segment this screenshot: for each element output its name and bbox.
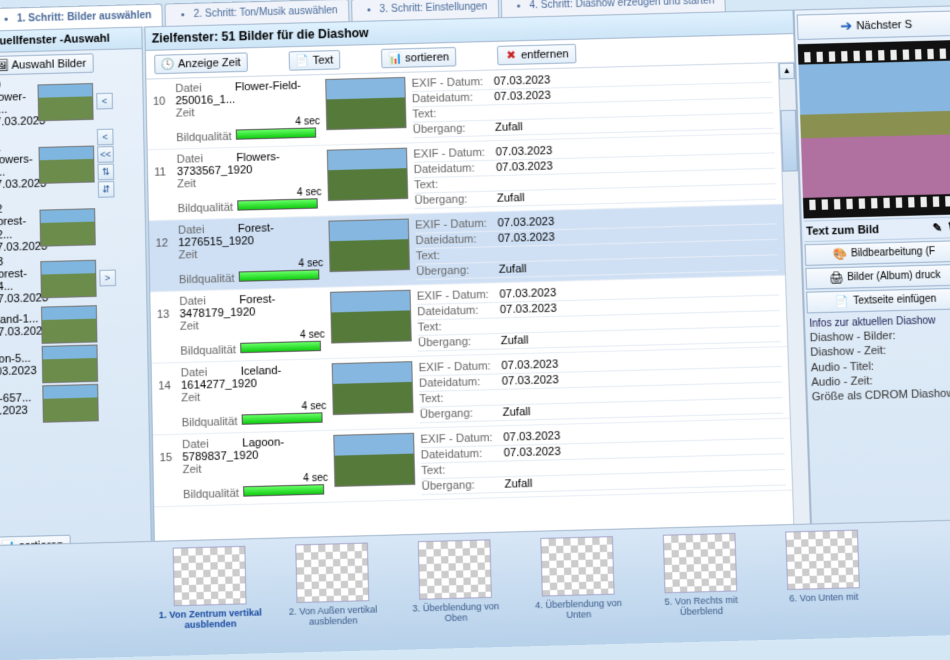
transition-item[interactable]: 4. Überblendung von Unten xyxy=(525,536,632,645)
transition-thumb xyxy=(418,539,492,600)
quality-bar xyxy=(239,269,320,281)
source-item[interactable]: sland-1...07.03.2023 xyxy=(0,303,147,346)
transition-item[interactable]: 5. Von Rechts mit Überblend xyxy=(647,532,754,641)
move-arrow-button[interactable]: << xyxy=(97,146,114,163)
source-item[interactable]: 10Flower-Fi...07.03.2023< xyxy=(0,75,143,131)
source-item[interactable]: oon-5....03.2023 xyxy=(0,342,148,386)
action-icon: 📄 xyxy=(835,295,849,309)
row-index: 13 xyxy=(157,296,175,359)
transition-thumb xyxy=(173,546,247,607)
text-button[interactable]: 📄Text xyxy=(289,50,341,71)
row-index: 11 xyxy=(154,154,172,216)
images-icon: 🖼 xyxy=(0,59,9,73)
edit-icon[interactable]: ✎ xyxy=(931,221,945,235)
slideshow-info: Infos zur aktuellen Diashow Diashow - Bi… xyxy=(807,311,950,407)
display-time-button[interactable]: 🕓Anzeige Zeit xyxy=(154,52,248,74)
transition-thumb xyxy=(295,543,369,604)
action-icon: 🎨 xyxy=(833,247,847,261)
transition-thumb xyxy=(663,533,738,594)
next-step-button[interactable]: ➔Nächster S xyxy=(797,10,950,40)
thumbnail xyxy=(327,148,409,201)
source-item[interactable]: 11Flowers-3...07.03.2023<<<⇅⇵ xyxy=(0,126,144,203)
side-action-button[interactable]: 🖨Bilder (Album) druck xyxy=(805,264,950,290)
tab-icon: • xyxy=(512,0,526,13)
select-images-button[interactable]: 🖼 Auswahl Bilder xyxy=(0,53,94,75)
remove-button[interactable]: ✖entfernen xyxy=(497,44,576,65)
tab-icon: • xyxy=(0,13,13,27)
quality-bar xyxy=(237,198,318,210)
transition-item[interactable]: 2. Von Außen vertikal ausblenden xyxy=(280,542,386,651)
scroll-thumb[interactable] xyxy=(780,110,798,172)
source-item[interactable]: 13Forest-34...07.03.2023> xyxy=(0,251,146,307)
target-row[interactable]: 15Datei Lagoon-5789837_1920Zeit4 secBild… xyxy=(153,419,792,508)
side-action-button[interactable]: 🎨Bildbearbeitung (F xyxy=(805,240,950,266)
thumbnail xyxy=(38,83,94,121)
thumbnail xyxy=(333,433,415,487)
quality-bar xyxy=(236,127,316,139)
thumbnail xyxy=(42,384,99,423)
thumbnail xyxy=(332,361,414,415)
scroll-up-arrow[interactable]: ▲ xyxy=(779,63,795,80)
info-row: Größe als CDROM Diashow: xyxy=(812,386,950,405)
target-sort-button[interactable]: 📊sortieren xyxy=(381,47,456,68)
transition-item[interactable]: 3. Überblendung von Oben xyxy=(402,539,509,648)
thumbnail xyxy=(39,208,95,247)
remove-icon: ✖ xyxy=(504,48,518,62)
transition-item[interactable]: 1. Von Zentrum vertikal ausblenden xyxy=(157,545,263,654)
tab-icon: • xyxy=(362,3,376,17)
row-index: 15 xyxy=(159,439,177,502)
select-images-label: Auswahl Bilder xyxy=(11,57,86,71)
move-arrow-button[interactable]: > xyxy=(99,269,116,286)
thumbnail xyxy=(40,260,96,299)
source-item[interactable]: n-657...3.2023 xyxy=(0,382,149,426)
quality-bar xyxy=(243,484,324,497)
thumbnail xyxy=(330,290,412,344)
tab-icon: • xyxy=(176,8,190,22)
row-index: 10 xyxy=(153,83,171,145)
row-index: 12 xyxy=(155,225,173,287)
text-icon: 📄 xyxy=(296,54,310,68)
quality-bar xyxy=(240,341,321,353)
transition-thumb xyxy=(785,530,860,591)
move-arrow-button[interactable]: ⇵ xyxy=(98,181,115,198)
source-list: 10Flower-Fi...07.03.2023<11Flowers-3...0… xyxy=(0,75,151,534)
thumbnail xyxy=(328,219,410,273)
move-arrow-button[interactable]: ⇅ xyxy=(97,164,114,181)
row-index: 14 xyxy=(158,367,176,430)
transition-thumb xyxy=(540,536,614,597)
clock-icon: 🕓 xyxy=(161,57,175,71)
preview-image xyxy=(798,60,950,197)
source-item[interactable]: 12Forest-12...07.03.2023 xyxy=(0,199,145,255)
quality-bar xyxy=(242,412,323,425)
sort-icon: 📊 xyxy=(389,51,403,65)
move-arrow-button[interactable]: < xyxy=(96,93,113,110)
thumbnail xyxy=(325,77,406,130)
move-arrow-button[interactable]: < xyxy=(97,129,114,146)
arrow-right-icon: ➔ xyxy=(840,17,853,35)
thumbnail xyxy=(42,345,98,384)
transitions-bar: 1. Von Zentrum vertikal ausblenden2. Von… xyxy=(0,519,950,660)
film-preview xyxy=(798,40,950,218)
action-icon: 🖨 xyxy=(829,271,843,285)
thumbnail xyxy=(38,145,94,183)
thumbnail xyxy=(41,305,97,344)
transition-item[interactable]: 6. Von Unten mit xyxy=(770,529,878,638)
side-action-button[interactable]: 📄Textseite einfügen xyxy=(806,288,950,314)
